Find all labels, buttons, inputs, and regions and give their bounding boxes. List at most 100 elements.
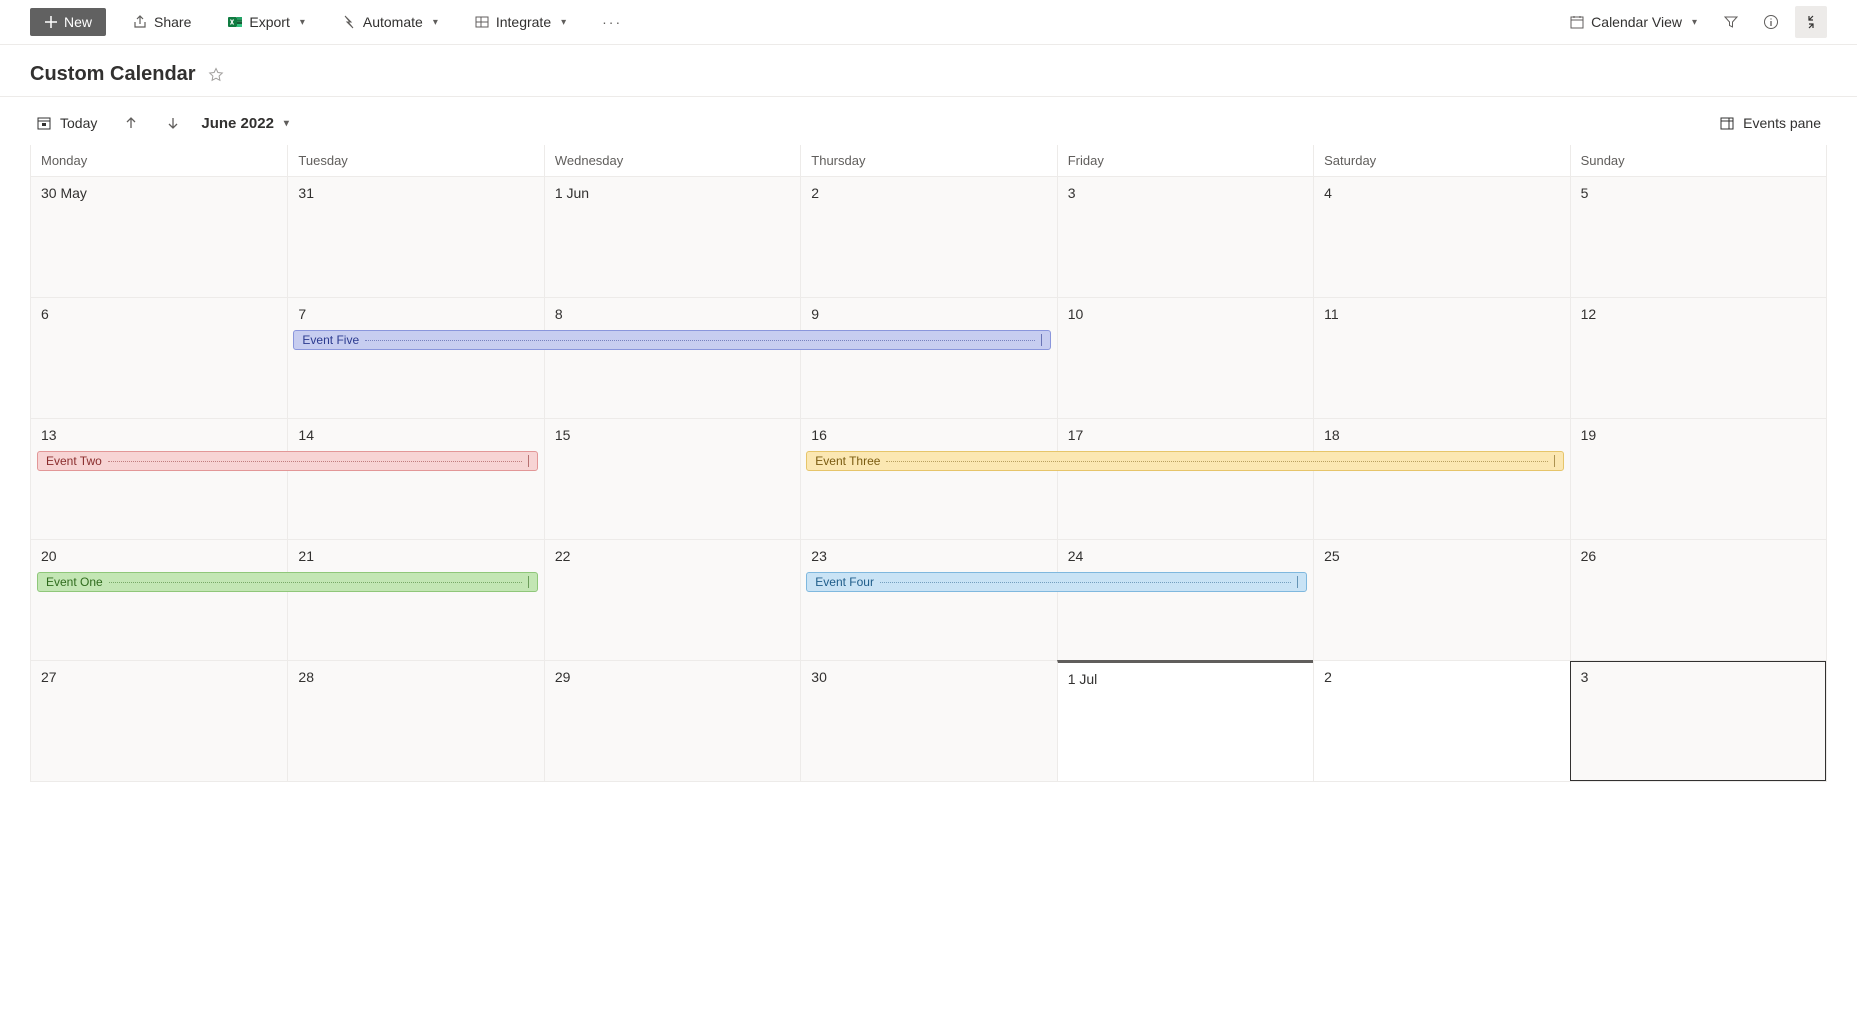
- arrow-down-icon: [166, 116, 180, 130]
- month-label-text: June 2022: [201, 115, 274, 132]
- week-row: 20 21 22 23 24 25 26 Event One Event Fou…: [31, 539, 1826, 660]
- day-number: 25: [1324, 548, 1340, 564]
- day-cell[interactable]: 9: [800, 298, 1056, 418]
- day-cell[interactable]: 25: [1313, 540, 1569, 660]
- week-row: 6 7 8 9 10 11 12 Event Five: [31, 297, 1826, 418]
- calendar-view-label: Calendar View: [1591, 14, 1682, 30]
- day-cell[interactable]: 8: [544, 298, 800, 418]
- new-button[interactable]: New: [30, 8, 106, 36]
- day-cell[interactable]: 4: [1313, 177, 1569, 297]
- day-number: 30: [811, 669, 827, 685]
- day-number: 13: [41, 427, 57, 443]
- event-four[interactable]: Event Four: [806, 572, 1307, 592]
- day-cell[interactable]: 22: [544, 540, 800, 660]
- command-bar: New Share Export ▾ Automate ▾ Integrate …: [0, 0, 1857, 45]
- day-cell[interactable]: 10: [1057, 298, 1313, 418]
- more-button[interactable]: ···: [592, 9, 632, 35]
- day-cell[interactable]: 31: [287, 177, 543, 297]
- day-cell[interactable]: 1 Jun: [544, 177, 800, 297]
- day-cell[interactable]: 28: [287, 661, 543, 781]
- day-number: 28: [298, 669, 314, 685]
- day-number: 3: [1581, 669, 1589, 685]
- chevron-down-icon: ▾: [300, 17, 305, 28]
- day-cell[interactable]: 2: [1313, 661, 1569, 781]
- month-picker[interactable]: June 2022 ▾: [201, 115, 289, 132]
- day-cell-selected[interactable]: 3: [1570, 661, 1826, 781]
- event-five[interactable]: Event Five: [293, 330, 1050, 350]
- calendar-view-icon: [1569, 14, 1585, 30]
- calendar-view-button[interactable]: Calendar View ▾: [1559, 9, 1707, 35]
- events-pane-button[interactable]: Events pane: [1713, 111, 1827, 135]
- favorite-star-icon[interactable]: [208, 67, 224, 83]
- day-cell[interactable]: 17: [1057, 419, 1313, 539]
- day-cell[interactable]: 5: [1570, 177, 1826, 297]
- day-cell[interactable]: 16: [800, 419, 1056, 539]
- chevron-down-icon: ▾: [284, 118, 289, 129]
- command-bar-right: Calendar View ▾: [1559, 6, 1827, 38]
- day-cell[interactable]: 18: [1313, 419, 1569, 539]
- day-cell[interactable]: 27: [31, 661, 287, 781]
- event-one[interactable]: Event One: [37, 572, 538, 592]
- dayhead-sat: Saturday: [1313, 145, 1569, 176]
- day-number: 15: [555, 427, 571, 443]
- day-number: 18: [1324, 427, 1340, 443]
- prev-month-button[interactable]: [117, 109, 145, 137]
- share-button-label: Share: [154, 14, 191, 30]
- today-icon: [36, 115, 52, 131]
- week-row: 27 28 29 30 1 Jul 2 3: [31, 660, 1826, 781]
- day-cell[interactable]: 12: [1570, 298, 1826, 418]
- today-button[interactable]: Today: [30, 111, 103, 135]
- collapse-button[interactable]: [1795, 6, 1827, 38]
- day-number: 8: [555, 306, 563, 322]
- next-month-button[interactable]: [159, 109, 187, 137]
- day-cell-today[interactable]: 1 Jul: [1057, 660, 1313, 781]
- day-number: 27: [41, 669, 57, 685]
- automate-button-label: Automate: [363, 14, 423, 30]
- integrate-button[interactable]: Integrate ▾: [464, 9, 576, 35]
- day-cell[interactable]: 3: [1057, 177, 1313, 297]
- day-number: 30 May: [41, 185, 87, 201]
- day-number: 29: [555, 669, 571, 685]
- day-number: 19: [1581, 427, 1597, 443]
- day-number: 22: [555, 548, 571, 564]
- day-cell[interactable]: 6: [31, 298, 287, 418]
- calendar-subbar: Today June 2022 ▾ Events pane: [0, 97, 1857, 145]
- day-cell[interactable]: 15: [544, 419, 800, 539]
- more-icon: ···: [602, 14, 622, 30]
- event-two[interactable]: Event Two: [37, 451, 538, 471]
- day-cell[interactable]: 23: [800, 540, 1056, 660]
- day-number: 5: [1581, 185, 1589, 201]
- day-number: 21: [298, 548, 314, 564]
- day-number: 11: [1324, 306, 1339, 322]
- event-title: Event Two: [46, 454, 102, 468]
- day-cell[interactable]: 19: [1570, 419, 1826, 539]
- dayhead-tue: Tuesday: [287, 145, 543, 176]
- event-title: Event Five: [302, 333, 359, 347]
- share-button[interactable]: Share: [122, 9, 201, 35]
- info-icon: [1763, 14, 1779, 30]
- day-cell[interactable]: 14: [287, 419, 543, 539]
- day-cell[interactable]: 21: [287, 540, 543, 660]
- export-button[interactable]: Export ▾: [217, 9, 315, 35]
- day-cell[interactable]: 7: [287, 298, 543, 418]
- filter-button[interactable]: [1715, 6, 1747, 38]
- day-cell[interactable]: 30: [800, 661, 1056, 781]
- day-cell[interactable]: 26: [1570, 540, 1826, 660]
- automate-button[interactable]: Automate ▾: [331, 9, 448, 35]
- day-cell[interactable]: 2: [800, 177, 1056, 297]
- event-three[interactable]: Event Three: [806, 451, 1563, 471]
- day-cell[interactable]: 11: [1313, 298, 1569, 418]
- export-button-label: Export: [249, 14, 289, 30]
- day-cell[interactable]: 29: [544, 661, 800, 781]
- dayhead-thu: Thursday: [800, 145, 1056, 176]
- day-number: 6: [41, 306, 49, 322]
- info-button[interactable]: [1755, 6, 1787, 38]
- event-title: Event Four: [815, 575, 874, 589]
- command-bar-left: New Share Export ▾ Automate ▾ Integrate …: [30, 8, 632, 36]
- day-cell[interactable]: 20: [31, 540, 287, 660]
- day-cell[interactable]: 24: [1057, 540, 1313, 660]
- day-cell[interactable]: 30 May: [31, 177, 287, 297]
- day-cell[interactable]: 13: [31, 419, 287, 539]
- dayhead-wed: Wednesday: [544, 145, 800, 176]
- automate-icon: [341, 14, 357, 30]
